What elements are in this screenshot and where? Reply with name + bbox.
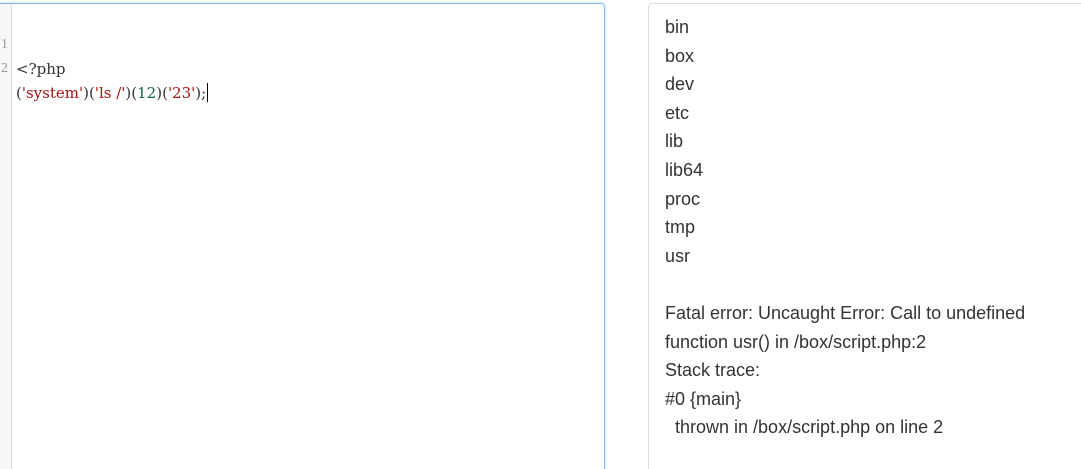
output-panel: bin box dev etc lib lib64 proc tmp usr F… — [648, 3, 1081, 469]
output-line: bin — [665, 17, 690, 37]
text-cursor — [207, 83, 209, 102]
stack-trace-line: thrown in /box/script.php on line 2 — [665, 417, 944, 438]
code-token: )( — [125, 84, 138, 102]
code-token: <?php — [16, 60, 66, 78]
code-editor[interactable]: 1 <?php 2 ('system')('ls /')(12)('23'); — [0, 3, 605, 469]
code-token: ); — [195, 84, 207, 102]
error-message-line: Fatal error: Uncaught Error: Call to und… — [665, 302, 1026, 323]
output-blank-line — [665, 270, 1081, 299]
output-line: proc — [665, 188, 701, 209]
stack-trace-label: Stack trace: — [665, 360, 761, 381]
code-token: )( — [156, 84, 168, 102]
output-line: lib — [665, 131, 684, 152]
code-token-string: 'ls /' — [94, 84, 126, 102]
code-token-number: 12 — [137, 84, 157, 102]
output-line: dev — [665, 74, 695, 95]
code-line[interactable]: 1 <?php — [0, 9, 65, 78]
output-line: tmp — [665, 217, 696, 238]
code-line[interactable]: 2 ('system')('ls /')(12)('23'); — [0, 33, 209, 102]
code-token: )( — [83, 84, 95, 102]
code-token-string: 'system' — [21, 84, 84, 102]
output-line: box — [665, 45, 695, 66]
output-line: usr — [665, 245, 691, 266]
line-number: 2 — [1, 61, 8, 76]
code-line-content[interactable]: <?php — [16, 57, 65, 81]
code-line-content[interactable]: ('system')('ls /')(12)('23'); — [16, 81, 209, 105]
stack-trace-line: #0 {main} — [665, 388, 742, 409]
error-message-line: function usr() in /box/script.php:2 — [665, 331, 927, 352]
output-line: lib64 — [665, 159, 704, 180]
output-line: etc — [665, 102, 690, 123]
code-token-string: '23' — [167, 84, 196, 102]
